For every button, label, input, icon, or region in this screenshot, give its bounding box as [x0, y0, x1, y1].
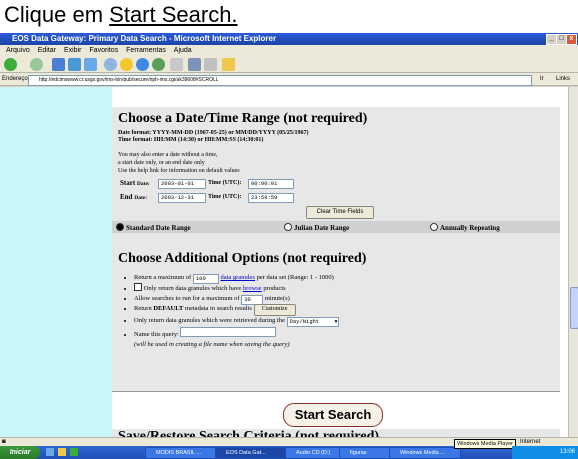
clear-time-fields-button[interactable]: Clear Time Fields [306, 206, 374, 219]
start-date-input[interactable]: 2003-01-01 [158, 179, 206, 189]
address-label: Endereço [2, 76, 28, 82]
title-bar: EOS Data Gateway: Primary Data Search - … [0, 33, 578, 45]
toolbar [0, 56, 578, 73]
forward-icon[interactable] [30, 58, 43, 71]
page-viewport: Choose a Date/Time Range (not required) … [0, 87, 568, 437]
menu-bar: Arquivo Editar Exibir Favoritos Ferramen… [0, 45, 578, 56]
quicklaunch-ie-icon[interactable] [46, 448, 54, 456]
max-granules-input[interactable]: 100 [192, 274, 219, 284]
clock: 13:06 [559, 449, 575, 455]
help-text-1: You may also enter a date without a time… [118, 152, 218, 158]
window-title: EOS Data Gateway: Primary Data Search - … [12, 34, 277, 43]
chevron-down-icon: ▼ [334, 319, 338, 325]
start-time-input[interactable]: 00:00:01 [248, 179, 294, 189]
option-default-metadata: Return DEFAULT metadata in search result… [134, 304, 564, 316]
caption-prefix: Clique em [4, 2, 110, 27]
help-text-3: Use the help link for information on def… [118, 168, 240, 174]
print-icon[interactable] [188, 58, 201, 71]
task-eos-data-gateway[interactable]: EOS Data Gat... [215, 447, 293, 459]
day-night-select[interactable]: Day/Night ▼ [286, 317, 339, 327]
option-max-minutes: Allow searches to run for a maximum of 3… [134, 294, 564, 305]
instruction-caption: Clique em Start Search. [4, 2, 238, 28]
page-content: Choose a Date/Time Range (not required) … [112, 87, 568, 437]
radio-unselected-icon [430, 223, 438, 231]
vertical-scrollbar[interactable] [568, 87, 578, 437]
system-tray: 13:06 [512, 446, 578, 459]
history-icon[interactable] [152, 58, 165, 71]
windows-media-player-tooltip: Windows Media Player [454, 439, 516, 449]
end-time-label: Time (UTC): [208, 194, 242, 200]
additional-options-section: Choose Additional Options (not required)… [112, 241, 560, 392]
address-bar: Endereço http://edcimswww.cr.usgs.gov/im… [0, 73, 578, 86]
menu-exibir[interactable]: Exibir [64, 47, 82, 54]
save-restore-title: Save/Restore Search Criteria (not requir… [118, 429, 380, 437]
back-icon[interactable] [4, 58, 17, 71]
edit-icon[interactable] [204, 58, 217, 71]
close-icon[interactable]: x [566, 34, 577, 45]
home-icon[interactable] [84, 58, 97, 71]
scrollbar-thumb[interactable] [570, 287, 578, 329]
task-windows-media[interactable]: Windows Media ... [389, 447, 461, 459]
options-section-title: Choose Additional Options (not required) [118, 251, 367, 266]
taskbar: Iniciar MODIS BRASIL ... EOS Data Gat...… [0, 439, 578, 459]
favorites-icon[interactable] [120, 58, 133, 71]
task-audio-cd[interactable]: Audio CD (D:) [285, 447, 347, 459]
date-range-type-row: Standard Date Range Julian Date Range An… [112, 221, 560, 233]
radio-selected-icon [116, 223, 124, 231]
query-name-note: (will be used in creating a file name wh… [134, 341, 290, 348]
date-format-text: Date format: YYYY-MM-DD (1967-05-25) or … [118, 130, 309, 136]
browse-only-checkbox[interactable] [134, 283, 142, 291]
date-section-title: Choose a Date/Time Range (not required) [118, 111, 368, 126]
folder-icon[interactable] [222, 58, 235, 71]
task-modis-brasil[interactable]: MODIS BRASIL ... [145, 447, 223, 459]
time-format-text: Time format: HH:MM (14:30) or HH:MM:SS (… [118, 137, 264, 143]
help-text-2: a start date only, or an end date only [118, 160, 205, 166]
address-input[interactable]: http://edcimswww.cr.usgs.gov/ims-bin/pub… [28, 75, 532, 86]
menu-ajuda[interactable]: Ajuda [174, 47, 192, 54]
save-restore-section: Save/Restore Search Criteria (not requir… [112, 429, 560, 437]
option-browse-only: Only return data granules which have bro… [134, 283, 564, 294]
menu-arquivo[interactable]: Arquivo [6, 47, 30, 54]
end-label: End Date: [120, 193, 148, 201]
quicklaunch-folder-icon[interactable] [58, 448, 66, 456]
query-name-input[interactable] [180, 327, 277, 337]
radio-julian-date-range[interactable]: Julian Date Range [284, 223, 349, 232]
start-menu-button[interactable]: Iniciar [0, 446, 40, 459]
radio-standard-date-range[interactable]: Standard Date Range [116, 223, 191, 232]
stop-icon[interactable] [52, 58, 65, 71]
end-time-input[interactable]: 23:59:59 [248, 193, 294, 203]
mail-icon[interactable] [170, 58, 183, 71]
option-query-name: Name this query: (will be used in creati… [134, 326, 564, 350]
start-label: Start Date: [120, 179, 150, 187]
quicklaunch-desktop-icon[interactable] [70, 448, 78, 456]
refresh-icon[interactable] [68, 58, 81, 71]
start-time-label: Time (UTC): [208, 180, 242, 186]
browse-link[interactable]: browse [243, 285, 262, 292]
end-date-input[interactable]: 2003-12-31 [158, 193, 206, 203]
go-button[interactable]: Ir [540, 73, 544, 86]
media-icon[interactable] [136, 58, 149, 71]
start-search-button[interactable]: Start Search [283, 403, 383, 427]
caption-start-search-link: Start Search. [109, 2, 238, 27]
options-list: Return a maximum of 100 data granules pe… [120, 273, 564, 350]
radio-annually-repeating[interactable]: Annually Repeating [430, 223, 500, 232]
data-granules-link[interactable]: data granules [220, 274, 254, 281]
links-button[interactable]: Links [556, 73, 570, 86]
search-icon[interactable] [104, 58, 117, 71]
menu-favoritos[interactable]: Favoritos [89, 47, 118, 54]
option-max-granules: Return a maximum of 100 data granules pe… [134, 273, 564, 284]
radio-unselected-icon [284, 223, 292, 231]
option-day-night: Only return data granules which were ret… [134, 316, 564, 327]
menu-editar[interactable]: Editar [38, 47, 56, 54]
browser-window: EOS Data Gateway: Primary Data Search - … [0, 33, 578, 459]
customize-button[interactable]: Customize [253, 304, 296, 316]
menu-ferramentas[interactable]: Ferramentas [126, 47, 166, 54]
